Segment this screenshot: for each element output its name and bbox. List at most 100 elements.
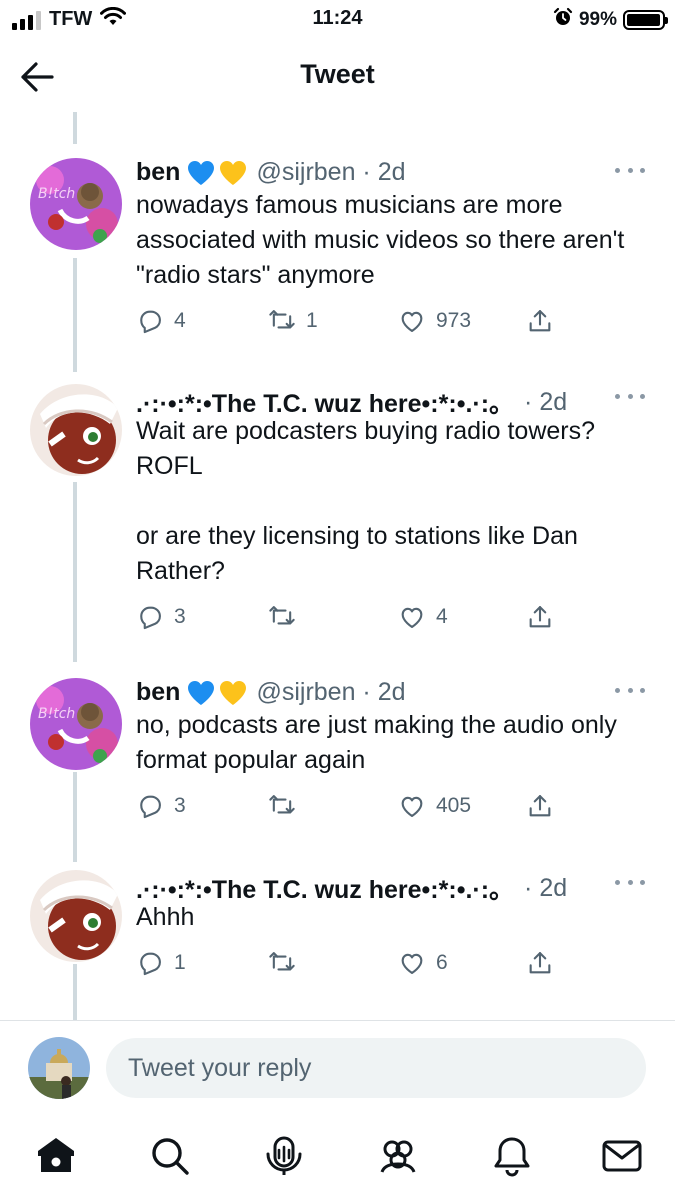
reply-bar [0,1020,675,1120]
retweet-count: 1 [306,309,318,332]
like-button[interactable]: 405 [398,789,471,823]
tweet-text: Wait are podcasters buying radio towers?… [136,417,596,585]
tweet[interactable]: B!tch ben @sijrben · 2d nowadays famous … [0,158,675,408]
battery-icon [623,9,668,30]
thread-connector-line [73,112,77,144]
reply-button[interactable]: 4 [136,304,186,338]
author-name[interactable]: ben [136,678,180,707]
more-options-icon[interactable] [615,394,645,404]
reply-input[interactable] [106,1038,646,1098]
messages-icon [602,1140,642,1172]
nav-home[interactable] [34,1134,78,1178]
share-icon [526,792,554,820]
tweet-actions: 3 405 [136,789,566,823]
like-button[interactable]: 973 [398,304,471,338]
handle-and-time[interactable]: @sijrben · 2d [256,158,405,187]
share-button[interactable] [526,304,554,338]
handle-and-time[interactable]: · 2d [524,388,567,417]
retweet-button[interactable] [268,946,306,980]
avatar-ben[interactable]: B!tch [30,678,122,770]
name-emoji-badges [186,159,248,187]
more-options-icon[interactable] [615,880,645,890]
alarm-clock-icon [553,7,573,32]
tweet-text: Ahhh [136,903,195,931]
reply-count: 1 [174,951,186,974]
tweet-header: ben @sijrben · 2d [136,678,615,707]
share-icon [526,949,554,977]
reply-count: 4 [174,309,186,332]
retweet-icon [268,307,296,335]
yellow-heart-icon [220,160,247,185]
tweet-header: ben @sijrben · 2d [136,158,615,187]
retweet-icon [268,792,296,820]
author-name[interactable]: ben [136,158,180,187]
more-options-icon[interactable] [615,688,645,698]
tweet-thread: B!tch ben @sijrben · 2d nowadays famous … [0,112,675,1020]
like-count: 4 [436,605,448,628]
handle-and-time[interactable]: · 2d [524,874,567,903]
reply-button[interactable]: 3 [136,789,186,823]
blue-heart-icon [188,160,215,185]
nav-communities[interactable] [376,1134,420,1178]
like-count: 405 [436,794,472,817]
communities-icon [380,1140,416,1173]
like-icon [398,307,426,335]
home-icon [38,1138,74,1172]
reply-count: 3 [174,794,186,817]
bottom-nav [0,1120,675,1200]
like-icon [398,792,426,820]
share-icon [526,307,554,335]
retweet-button[interactable] [268,789,306,823]
share-button[interactable] [526,600,554,634]
search-icon [152,1138,189,1175]
tweet-text: no, podcasts are just making the audio o… [136,711,617,774]
avatar-the-tc[interactable] [30,870,122,962]
tweet-actions: 3 4 [136,600,566,634]
status-bar: TFW 11:24 99% [0,0,675,40]
handle-and-time[interactable]: @sijrben · 2d [256,678,405,707]
like-icon [398,603,426,631]
reply-button[interactable]: 1 [136,946,186,980]
reply-icon [136,603,164,631]
nav-search[interactable] [148,1134,192,1178]
avatar-ben[interactable]: B!tch [30,158,122,250]
spaces-icon [266,1136,302,1175]
reply-icon [136,792,164,820]
retweet-button[interactable]: 1 [268,304,318,338]
more-options-icon[interactable] [615,168,645,178]
reply-button[interactable]: 3 [136,600,186,634]
reply-icon [136,307,164,335]
share-button[interactable] [526,789,554,823]
like-count: 6 [436,951,448,974]
like-icon [398,949,426,977]
svg-text:B!tch: B!tch [38,186,75,202]
nav-messages[interactable] [600,1134,644,1178]
tweet-actions: 1 6 [136,946,566,980]
tweet[interactable]: .·:·•:*:•The T.C. wuz here•:*:•.·:。 · 2d… [0,868,675,998]
tweet-text: nowadays famous musicians are more assoc… [136,191,625,289]
retweet-button[interactable] [268,600,306,634]
battery-percent: 99% [578,8,617,30]
share-button[interactable] [526,946,554,980]
share-icon [526,603,554,631]
reply-icon [136,949,164,977]
status-bar-right: 99% [553,7,668,32]
page-header: Tweet [0,42,675,112]
retweet-icon [268,949,296,977]
name-emoji-badges [186,679,248,707]
retweet-icon [268,603,296,631]
notifications-icon [494,1137,530,1177]
nav-spaces[interactable] [262,1134,306,1178]
nav-notifications[interactable] [490,1134,534,1178]
like-count: 973 [436,309,472,332]
yellow-heart-icon [220,680,247,705]
page-title: Tweet [300,59,375,89]
my-avatar[interactable] [28,1037,90,1099]
like-button[interactable]: 4 [398,600,448,634]
tweet[interactable]: B!tch ben @sijrben · 2d no, podcasts are… [0,678,675,868]
reply-count: 3 [174,605,186,628]
avatar-the-tc[interactable] [30,384,122,476]
like-button[interactable]: 6 [398,946,448,980]
tweet[interactable]: .·:·•:*:•The T.C. wuz here•:*:•.·:。 · 2d… [0,382,675,672]
blue-heart-icon [188,680,215,705]
